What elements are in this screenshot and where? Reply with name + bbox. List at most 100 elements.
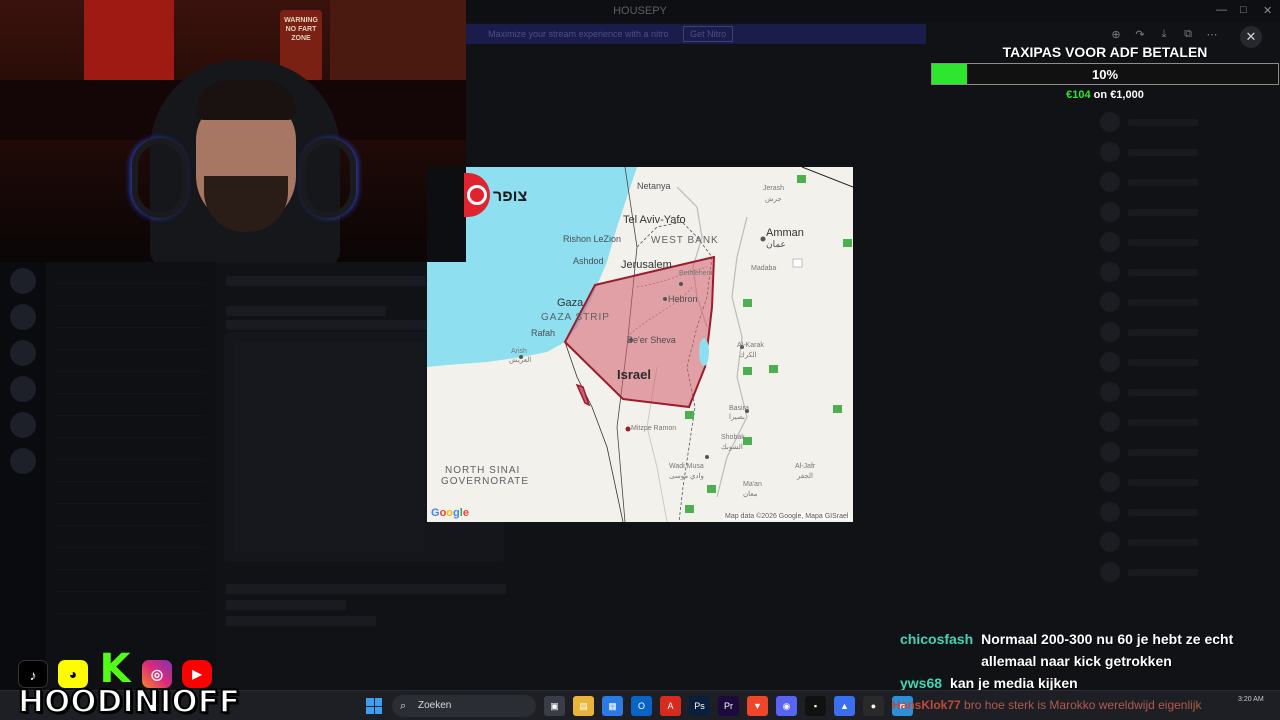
ghost-chat-line: HansKlok77 bro hoe sterk is Marokko were…: [892, 698, 1201, 712]
channel-item[interactable]: [56, 504, 206, 526]
goal-progress-bar: 10%: [931, 63, 1279, 85]
server-icon[interactable]: [10, 304, 36, 330]
region-label: NORTH SINAI: [445, 465, 521, 476]
channel-item[interactable]: [56, 284, 206, 306]
banner-text: Maximize your stream experience with a n…: [488, 29, 669, 39]
webcam-feed: WARNING NO FART ZONE: [0, 0, 466, 262]
country-label: Israel: [617, 367, 651, 382]
file-explorer-icon[interactable]: ▤: [573, 696, 594, 716]
channel-item[interactable]: [56, 394, 206, 416]
channel-item[interactable]: [56, 548, 206, 570]
shelf: [330, 0, 466, 80]
chat-message: [226, 320, 446, 330]
member-item[interactable]: [1100, 440, 1270, 464]
city-label: معان: [743, 491, 758, 498]
chat-overlay: chicosfash Normaal 200-300 nu 60 je hebt…: [900, 628, 1280, 694]
channel-item[interactable]: [56, 570, 206, 592]
member-item[interactable]: [1100, 170, 1270, 194]
city-label: Mitzpe Ramon: [631, 425, 677, 432]
city-label: عمان: [766, 239, 786, 249]
server-icon[interactable]: [10, 448, 36, 474]
channel-item[interactable]: [56, 482, 206, 504]
obs-icon[interactable]: ●: [863, 696, 884, 716]
channel-item[interactable]: [56, 262, 206, 284]
channel-item[interactable]: [56, 372, 206, 394]
city-label: Al-Karak: [737, 342, 764, 349]
nitro-banner: Maximize your stream experience with a n…: [466, 24, 926, 44]
streamer-hair: [196, 80, 296, 120]
member-item[interactable]: [1100, 290, 1270, 314]
member-item[interactable]: [1100, 530, 1270, 554]
channel-item[interactable]: [56, 416, 206, 438]
maximize-button[interactable]: □: [1240, 4, 1247, 16]
headphone-right: [300, 138, 356, 218]
city-label: Wadi Musa: [669, 463, 704, 470]
server-rail: [0, 262, 46, 700]
banner-button[interactable]: Get Nitro: [683, 26, 734, 42]
member-item[interactable]: [1100, 140, 1270, 164]
region-label: GAZA STRIP: [541, 312, 610, 323]
member-item[interactable]: [1100, 410, 1270, 434]
channel-item[interactable]: [56, 438, 206, 460]
member-item[interactable]: [1100, 470, 1270, 494]
city-label: Tel Aviv-Yafo: [623, 214, 686, 226]
city-label: بصيرا: [729, 414, 745, 421]
channel-item[interactable]: [56, 328, 206, 350]
city-label: Be'er Sheva: [627, 335, 676, 345]
member-item[interactable]: [1100, 320, 1270, 344]
premiere-icon[interactable]: Pr: [718, 696, 739, 716]
server-icon[interactable]: [10, 340, 36, 366]
discord-icon[interactable]: ◉: [776, 696, 797, 716]
photoshop-icon[interactable]: Ps: [689, 696, 710, 716]
city-label: جرش: [765, 196, 782, 203]
channel-item[interactable]: [56, 592, 206, 614]
chat-username: chicosfash: [900, 631, 974, 647]
clock[interactable]: 3:20 AM: [1238, 694, 1264, 705]
windows-start-icon[interactable]: [366, 698, 382, 714]
channel-brand: HOODINIOFF: [17, 683, 241, 720]
city-label: Ashdod: [573, 256, 604, 266]
google-logo: Google: [431, 507, 469, 519]
channel-item[interactable]: [56, 526, 206, 548]
brave-icon[interactable]: ▼: [747, 696, 768, 716]
member-item[interactable]: [1100, 500, 1270, 524]
city-label: Amman: [766, 227, 804, 239]
member-item[interactable]: [1100, 230, 1270, 254]
member-item[interactable]: [1100, 350, 1270, 374]
arc-icon[interactable]: ▲: [834, 696, 855, 716]
member-item[interactable]: [1100, 260, 1270, 284]
channel-item[interactable]: [56, 306, 206, 328]
donation-goal: TAXIPAS VOOR ADF BETALEN 10% €104 on €1,…: [930, 42, 1280, 106]
taskbar-search[interactable]: ⌕ Zoeken: [392, 695, 536, 717]
region-label: GOVERNORATE: [441, 476, 530, 487]
city-label: الكرك: [739, 352, 757, 359]
window-close-button[interactable]: ✕: [1263, 4, 1272, 17]
search-placeholder: Zoeken: [418, 700, 452, 711]
member-item[interactable]: [1100, 200, 1270, 224]
server-icon[interactable]: [10, 268, 36, 294]
channel-item[interactable]: [56, 460, 206, 482]
chat-message: [226, 276, 426, 286]
chat-message: [226, 306, 386, 316]
server-icon[interactable]: [10, 376, 36, 402]
channel-item[interactable]: [56, 350, 206, 372]
app-icon[interactable]: ▪: [805, 696, 826, 716]
member-item[interactable]: [1100, 380, 1270, 404]
desktop: HOUSEPY — □ ✕ Maximize your stream exper…: [0, 0, 1280, 720]
city-label: Shobak: [721, 434, 745, 441]
city-label: وادي موسى: [669, 473, 704, 480]
goal-current: €104: [1066, 89, 1091, 101]
minimize-button[interactable]: —: [1216, 4, 1227, 16]
taskbar-apps: ▣ ▤ ▦ O A Ps Pr ▼ ◉ ▪ ▲ ● ■: [544, 696, 913, 716]
member-item[interactable]: [1100, 560, 1270, 584]
city-label: العريش: [509, 357, 532, 364]
map-image[interactable]: צופר Netanya Tel Aviv-Yafo Rishon LeZion…: [427, 167, 853, 522]
ghost-chat-user: HansKlok77: [892, 698, 961, 712]
acrobat-icon[interactable]: A: [660, 696, 681, 716]
member-item[interactable]: [1100, 110, 1270, 134]
outlook-icon[interactable]: O: [631, 696, 652, 716]
server-icon[interactable]: [10, 412, 36, 438]
search-icon: ⌕: [400, 700, 407, 712]
store-icon[interactable]: ▦: [602, 696, 623, 716]
task-view-icon[interactable]: ▣: [544, 696, 565, 716]
